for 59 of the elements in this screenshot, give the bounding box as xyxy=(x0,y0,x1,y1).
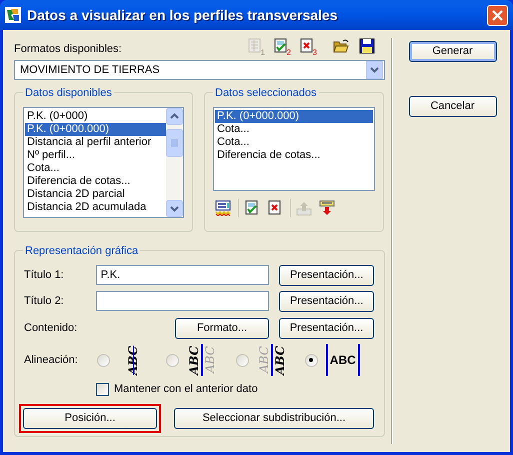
dialog-button[interactable]: Cancelar xyxy=(408,96,496,117)
list-item[interactable]: Diferencia de cotas... xyxy=(25,175,166,188)
list-item[interactable]: Nº perfil... xyxy=(25,149,166,162)
presentation-button[interactable]: Presentación... xyxy=(279,264,374,286)
presentation-button[interactable]: Presentación... xyxy=(279,290,374,312)
dialog-button[interactable]: Generar xyxy=(408,41,496,62)
scrollbar[interactable] xyxy=(166,108,183,217)
field-label: Alineación: xyxy=(24,352,79,368)
move-down-icon[interactable] xyxy=(319,200,335,216)
checkbox[interactable] xyxy=(96,382,109,396)
text-field[interactable] xyxy=(96,291,270,311)
group-title: Representación gráfica xyxy=(23,243,140,260)
field-label: Título 2: xyxy=(24,294,65,309)
document-check-icon[interactable] xyxy=(244,200,260,216)
list-item[interactable]: Distancia 2D parcial xyxy=(25,188,166,201)
radio-button[interactable] xyxy=(166,354,180,366)
icon-number: 1 xyxy=(260,49,265,57)
scroll-thumb-icon[interactable] xyxy=(166,128,183,156)
document-cross-icon[interactable] xyxy=(299,38,315,54)
app-icon xyxy=(5,7,21,23)
list-add-icon[interactable] xyxy=(215,200,231,216)
position-button[interactable]: Posición... xyxy=(23,408,157,429)
format-dropdown[interactable]: MOVIMIENTO DE TIERRAS xyxy=(14,60,385,80)
sample-text: ABC xyxy=(328,352,357,369)
scroll-up-icon[interactable] xyxy=(166,108,183,125)
open-folder-icon[interactable] xyxy=(333,38,349,54)
list-item[interactable]: Diferencia de cotas... xyxy=(215,149,373,162)
close-button[interactable] xyxy=(487,4,508,26)
list-item[interactable]: P.K. (0+000.000) xyxy=(25,123,166,136)
radio-button[interactable] xyxy=(304,354,318,366)
list-item[interactable]: P.K. (0+000) xyxy=(25,110,166,123)
document-check-icon[interactable] xyxy=(273,38,289,54)
icon-number: 3 xyxy=(312,49,317,57)
document-cross-icon[interactable] xyxy=(267,200,283,216)
icon-number: 2 xyxy=(286,49,291,57)
sample-text: ABC xyxy=(203,345,218,376)
sample-text: ABC xyxy=(272,344,287,376)
format-button[interactable]: Formato... xyxy=(175,318,269,338)
list-item[interactable]: Cota... xyxy=(215,123,373,136)
close-icon xyxy=(492,10,503,20)
window-title: Datos a visualizar en los perfiles transversales xyxy=(27,6,338,25)
list-item[interactable]: P.K. (0+000.000) xyxy=(215,110,373,123)
field-label: Formatos disponibles: xyxy=(14,42,122,56)
radio-button[interactable] xyxy=(97,354,110,366)
group-title: Datos disponibles xyxy=(23,85,114,102)
field-label: Contenido: xyxy=(24,320,78,336)
sample-text: ABC xyxy=(187,344,202,376)
radio-button[interactable] xyxy=(236,354,249,366)
presentation-button[interactable]: Presentación... xyxy=(279,318,374,338)
list-item[interactable]: Cota... xyxy=(25,162,166,175)
sample-text: ABC xyxy=(256,345,271,376)
list-item[interactable]: Cota... xyxy=(215,136,373,149)
field-label: Título 1: xyxy=(24,268,65,283)
subdistribution-button[interactable]: Seleccionar subdistribución... xyxy=(174,408,374,429)
list-item[interactable]: Distancia 2D acumulada xyxy=(25,201,166,214)
checkbox-label: Mantener con el anterior dato xyxy=(114,382,258,397)
scroll-down-icon[interactable] xyxy=(166,200,183,217)
list-item[interactable]: Distancia al perfil anterior xyxy=(25,136,166,149)
text-field[interactable]: P.K. xyxy=(96,265,270,285)
